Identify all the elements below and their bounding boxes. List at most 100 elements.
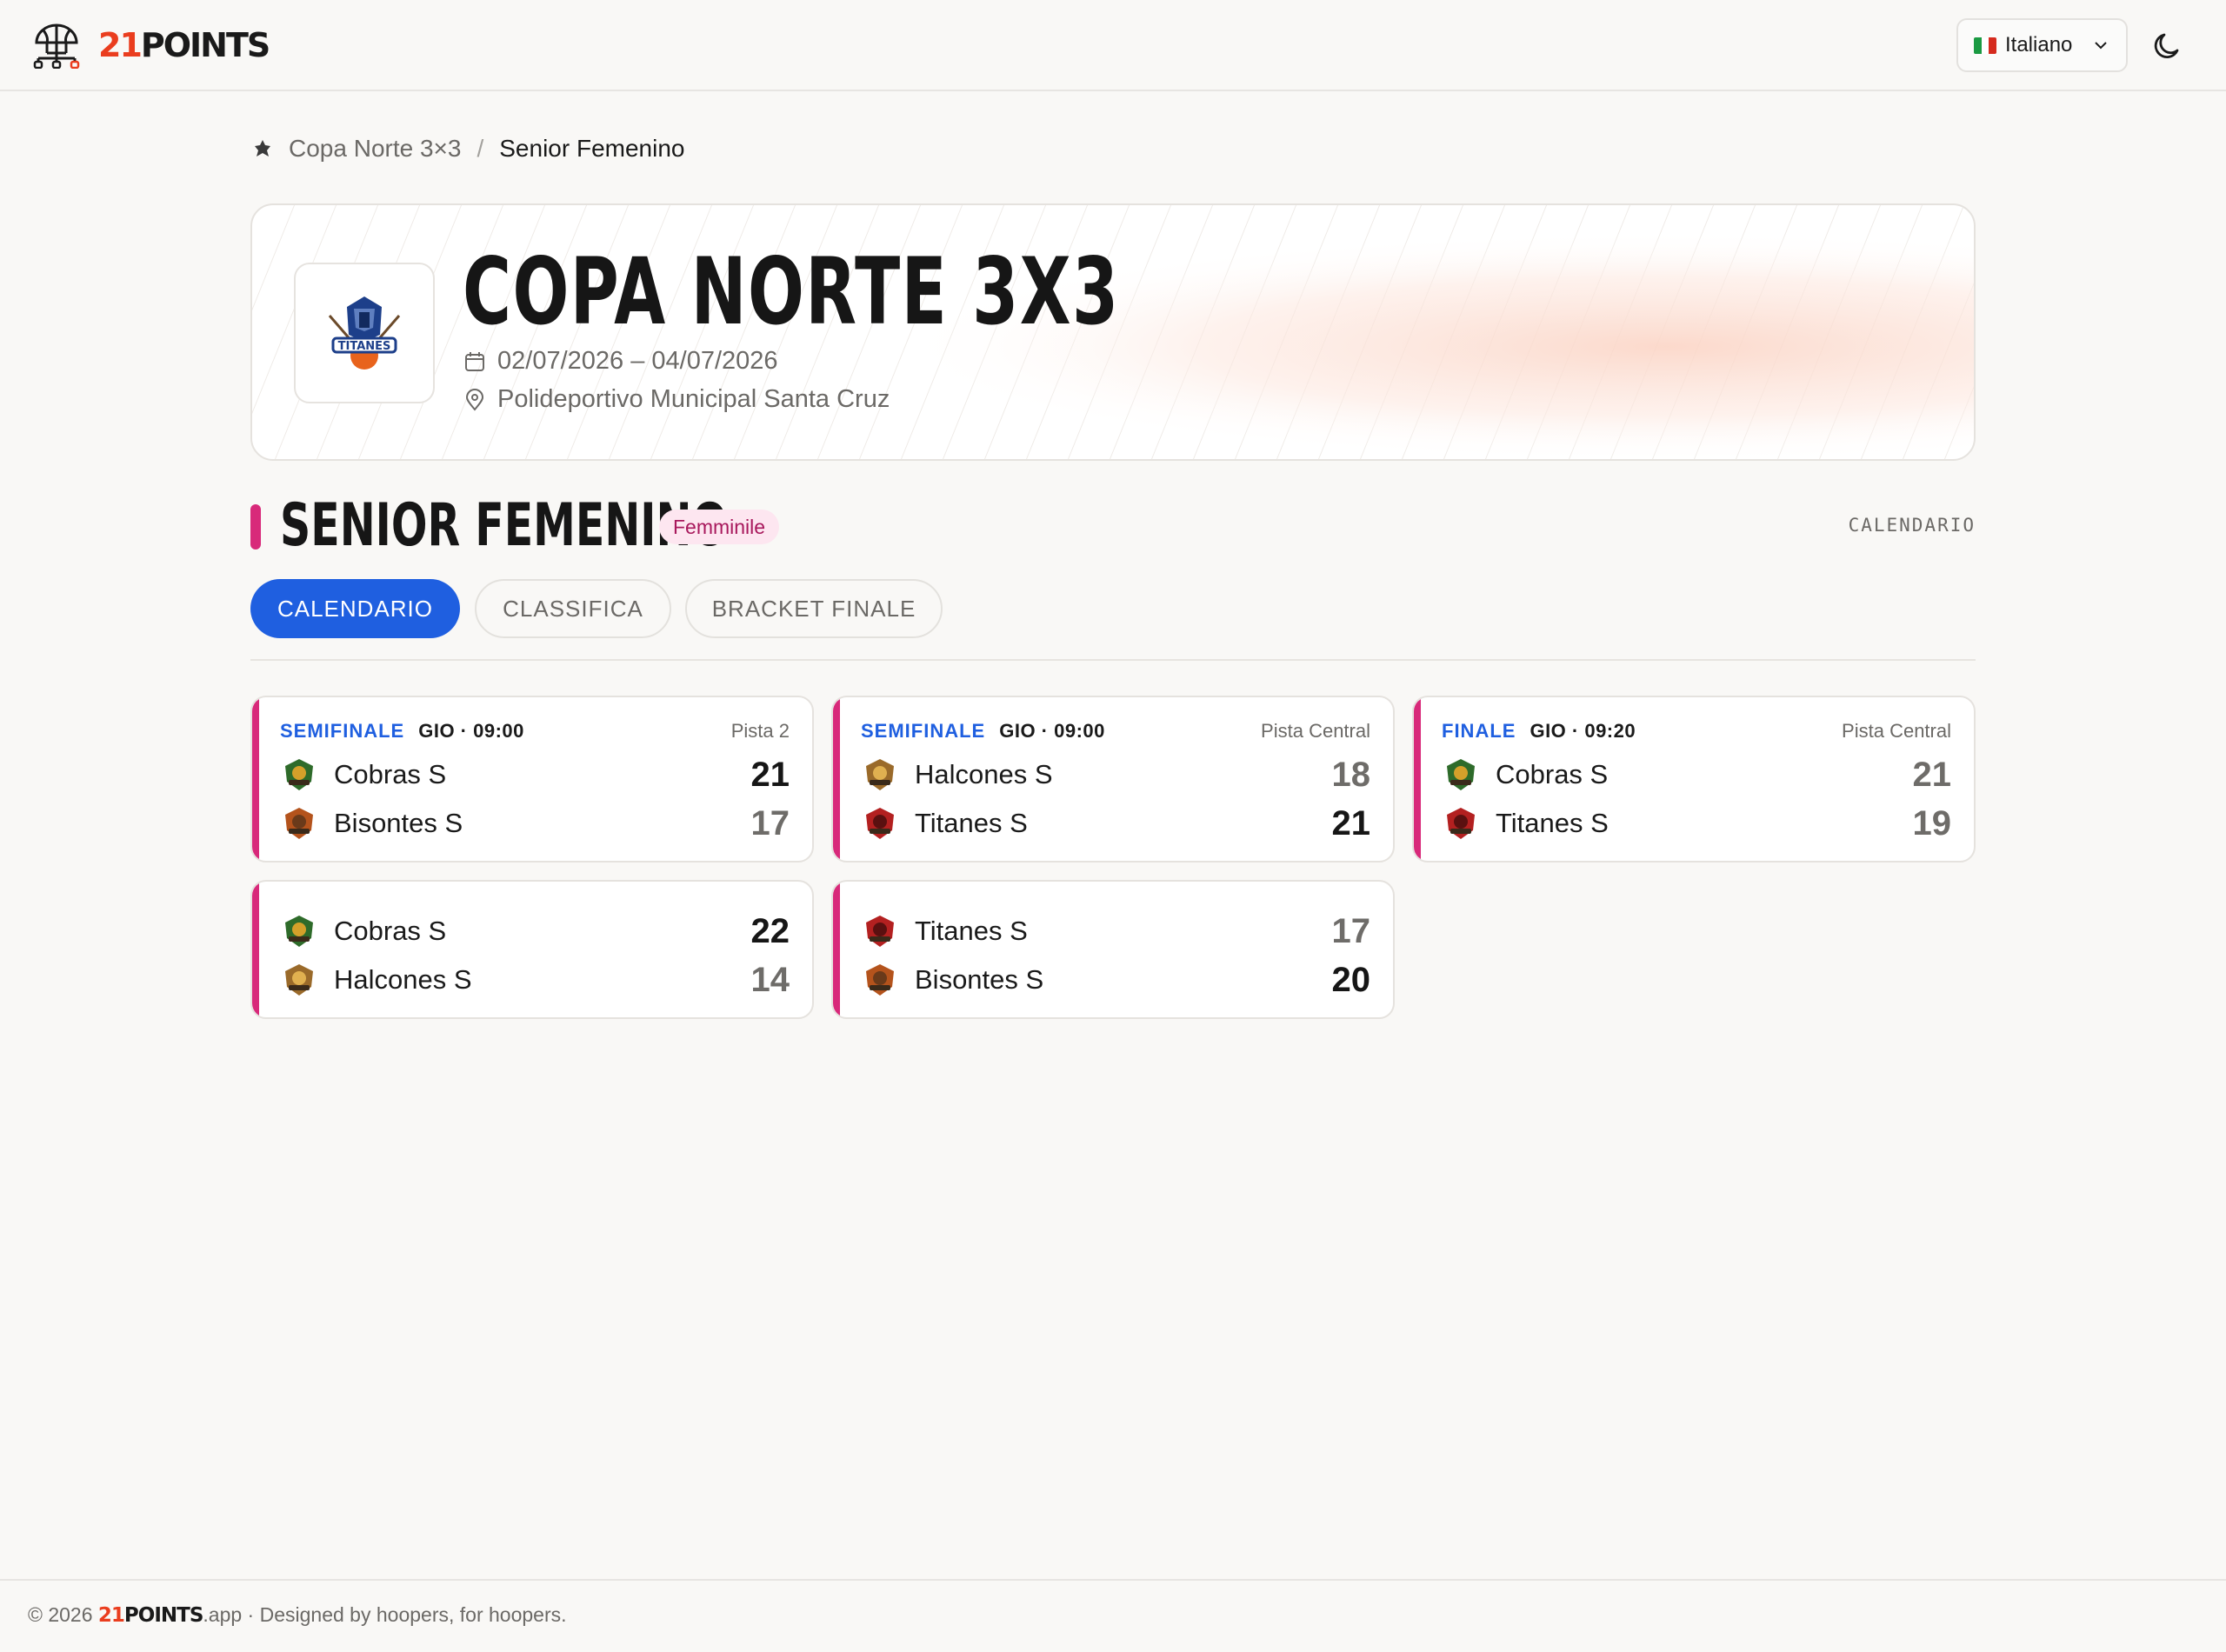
team-row-home: Cobras S 21 <box>282 754 790 796</box>
footer: © 2026 21POINTS .app · Designed by hoope… <box>28 1603 567 1627</box>
footer-copyright: © 2026 <box>28 1603 98 1626</box>
team-row-away: Bisontes S 20 <box>863 959 1370 1001</box>
team-name: Bisontes S <box>915 964 1044 995</box>
tournament-venue: Polideportivo Municipal Santa Cruz <box>463 385 890 414</box>
match-card[interactable]: SEMIFINALE GIO · 09:00 Pista 2 Cobras S … <box>250 696 814 863</box>
logo-text: TITANES <box>338 340 391 353</box>
team-row-away: Bisontes S 17 <box>282 803 790 844</box>
calendar-icon <box>465 351 484 371</box>
team-name: Titanes S <box>915 916 1028 946</box>
cobras-logo-icon <box>285 916 313 947</box>
tournament-hero-card: TITANES COPA NORTE 3X3 02/07/2026 – 04/0… <box>250 203 1976 461</box>
team-row-away: Titanes S 19 <box>1443 803 1951 844</box>
titanes-logo-icon <box>866 808 894 839</box>
team-score: 21 <box>750 755 790 794</box>
match-header: FINALE GIO · 09:20 Pista Central <box>1442 718 1951 744</box>
card-accent <box>1414 697 1421 861</box>
team-score: 19 <box>1912 803 1952 843</box>
team-name: Titanes S <box>915 808 1028 838</box>
card-accent <box>833 697 840 861</box>
team-name: Halcones S <box>915 759 1053 789</box>
current-view-label: CALENDARIO <box>1848 515 1976 536</box>
match-round: SEMIFINALE <box>861 720 986 742</box>
match-header: SEMIFINALE GIO · 09:00 Pista Central <box>861 718 1370 744</box>
team-score: 18 <box>1331 755 1371 794</box>
team-score: 17 <box>1331 911 1371 950</box>
chevron-down-icon <box>2095 42 2107 50</box>
team-name: Cobras S <box>334 759 447 789</box>
team-row-home: Cobras S 21 <box>1443 754 1951 796</box>
breadcrumb: Copa Norte 3×3 / Senior Femenino <box>252 135 684 163</box>
top-bar: 21POINTS Italiano <box>0 0 2226 91</box>
tabs-divider <box>250 659 1976 661</box>
titanes-logo-icon <box>866 916 894 947</box>
match-header: SEMIFINALE GIO · 09:00 Pista 2 <box>280 718 790 744</box>
team-row-home: Cobras S 22 <box>282 910 790 952</box>
team-name: Bisontes S <box>334 808 463 838</box>
team-score: 22 <box>750 911 790 950</box>
match-round: FINALE <box>1442 720 1516 742</box>
section-accent-bar <box>250 504 261 550</box>
bisontes-logo-icon <box>285 808 313 839</box>
cobras-logo-icon <box>1447 759 1475 790</box>
titanes-crest-icon: TITANES <box>328 296 401 370</box>
team-name: Titanes S <box>1496 808 1609 838</box>
titanes-logo-icon <box>1447 808 1475 839</box>
tab-calendario[interactable]: CALENDARIO <box>250 579 460 638</box>
breadcrumb-current: Senior Femenino <box>499 135 685 162</box>
halcones-logo-icon <box>866 759 894 790</box>
tab-bracket-finale[interactable]: BRACKET FINALE <box>685 579 943 638</box>
match-court: Pista Central <box>1842 720 1951 742</box>
team-row-home: Halcones S 18 <box>863 754 1370 796</box>
tournament-dates: 02/07/2026 – 04/07/2026 <box>463 347 778 376</box>
match-time: GIO · 09:20 <box>1530 720 1636 742</box>
team-score: 21 <box>1912 755 1952 794</box>
gender-badge: Femminile <box>659 510 780 544</box>
team-row-away: Titanes S 21 <box>863 803 1370 844</box>
team-name: Cobras S <box>334 916 447 946</box>
match-card[interactable]: Cobras S 22 Halcones S 14 <box>250 880 814 1019</box>
basketball-network-icon[interactable] <box>33 23 80 69</box>
match-round: SEMIFINALE <box>280 720 405 742</box>
tournament-dates-text: 02/07/2026 – 04/07/2026 <box>497 347 778 375</box>
cobras-logo-icon <box>285 759 313 790</box>
match-court: Pista 2 <box>730 720 790 742</box>
footer-divider <box>0 1579 2226 1581</box>
footer-brand-link[interactable]: 21POINTS <box>97 1603 204 1627</box>
language-select[interactable]: Italiano <box>1956 18 2128 72</box>
team-row-away: Halcones S 14 <box>282 959 790 1001</box>
tournament-crest-icon <box>255 140 270 157</box>
card-accent <box>252 697 259 861</box>
language-label: Italiano <box>2005 33 2073 57</box>
match-card[interactable]: SEMIFINALE GIO · 09:00 Pista Central Hal… <box>831 696 1395 863</box>
team-score: 14 <box>750 960 790 999</box>
match-time: GIO · 09:00 <box>999 720 1105 742</box>
breadcrumb-tournament-link[interactable]: Copa Norte 3×3 <box>289 135 461 163</box>
match-card[interactable]: Titanes S 17 Bisontes S 20 <box>831 880 1395 1019</box>
italy-flag-icon <box>1974 37 1996 54</box>
team-name: Halcones S <box>334 964 472 995</box>
card-accent <box>252 882 259 1017</box>
match-court: Pista Central <box>1261 720 1370 742</box>
location-pin-icon <box>465 388 484 411</box>
match-card[interactable]: FINALE GIO · 09:20 Pista Central Cobras … <box>1412 696 1976 863</box>
tab-classifica[interactable]: CLASSIFICA <box>475 579 671 638</box>
match-time: GIO · 09:00 <box>418 720 524 742</box>
team-score: 17 <box>750 803 790 843</box>
tournament-title: COPA NORTE 3X3 <box>463 238 1120 345</box>
footer-brand-number: 21 <box>97 1603 125 1627</box>
footer-tagline: .app · Designed by hoopers, for hoopers. <box>203 1603 567 1626</box>
team-score: 21 <box>1331 803 1371 843</box>
brand-word: POINTS <box>140 26 270 64</box>
footer-brand-word: POINTS <box>123 1603 203 1627</box>
team-name: Cobras S <box>1496 759 1609 789</box>
moon-icon[interactable] <box>2151 30 2184 63</box>
brand-logo[interactable]: 21POINTS <box>98 24 270 66</box>
brand-number: 21 <box>98 26 143 64</box>
team-row-home: Titanes S 17 <box>863 910 1370 952</box>
card-accent <box>833 882 840 1017</box>
team-logo: TITANES <box>294 263 435 403</box>
halcones-logo-icon <box>285 964 313 996</box>
team-score: 20 <box>1331 960 1371 999</box>
bisontes-logo-icon <box>866 964 894 996</box>
